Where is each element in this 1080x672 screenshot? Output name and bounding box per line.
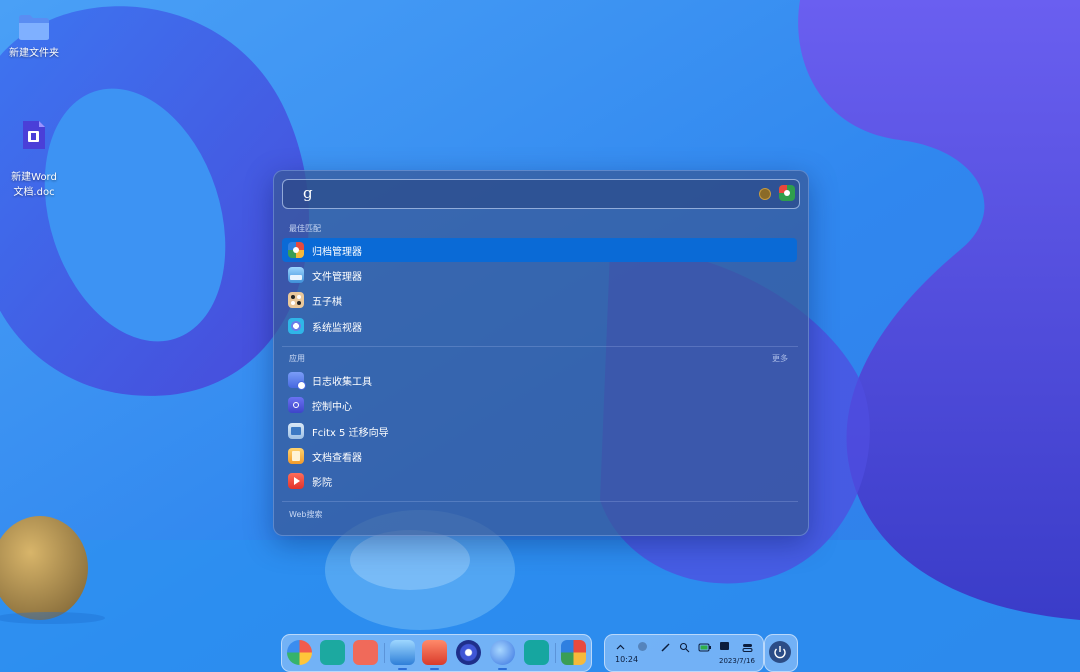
result-label: 文档查看器 bbox=[312, 453, 362, 464]
result-label: Fcitx 5 迁移向导 bbox=[312, 428, 389, 439]
result-label: 系统监视器 bbox=[312, 323, 362, 334]
result-log-collector[interactable]: 日志收集工具 bbox=[282, 368, 797, 392]
control-center-icon[interactable] bbox=[456, 640, 481, 665]
desktop-folder-label: 新建文件夹 bbox=[9, 48, 59, 59]
file-manager-icon bbox=[288, 267, 304, 283]
result-document-viewer[interactable]: 文档查看器 bbox=[282, 444, 797, 468]
clock-date[interactable]: 2023/7/16 bbox=[719, 657, 755, 665]
multitask-view-icon[interactable] bbox=[320, 640, 345, 665]
result-label: 日志收集工具 bbox=[312, 377, 372, 388]
pen-icon[interactable] bbox=[660, 642, 671, 653]
result-label: 文件管理器 bbox=[312, 272, 362, 283]
battery-icon[interactable] bbox=[698, 642, 712, 653]
network-icon[interactable] bbox=[638, 642, 647, 651]
power-icon bbox=[774, 646, 786, 659]
archive-manager-icon bbox=[288, 242, 304, 258]
running-indicator bbox=[430, 668, 439, 670]
result-movie[interactable]: 影院 bbox=[282, 469, 797, 493]
toggle-settings-icon[interactable] bbox=[742, 642, 753, 653]
dock-separator bbox=[555, 643, 556, 663]
best-match-title: 最佳匹配 bbox=[289, 224, 321, 233]
launcher-icon[interactable] bbox=[287, 640, 312, 665]
archive-manager-icon[interactable] bbox=[561, 640, 586, 665]
search-icon[interactable] bbox=[679, 642, 690, 653]
app-store-icon[interactable] bbox=[353, 640, 378, 665]
control-center-icon bbox=[288, 397, 304, 413]
power-button[interactable] bbox=[769, 641, 791, 663]
result-control-center[interactable]: 控制中心 bbox=[282, 393, 797, 417]
system-tray: 10:24 2023/7/16 bbox=[604, 634, 764, 672]
result-gomoku[interactable]: 五子棋 bbox=[282, 288, 797, 312]
dock-apps bbox=[281, 634, 592, 672]
movie-icon bbox=[288, 473, 304, 489]
result-label: 影院 bbox=[312, 478, 332, 489]
result-label: 归档管理器 bbox=[312, 247, 362, 258]
dock-separator bbox=[384, 643, 385, 663]
result-label: 控制中心 bbox=[312, 402, 352, 413]
chevron-up-icon[interactable] bbox=[615, 642, 626, 653]
result-fcitx-migrator[interactable]: Fcitx 5 迁移向导 bbox=[282, 419, 797, 443]
browser-icon[interactable] bbox=[490, 640, 515, 670]
result-file-manager[interactable]: 文件管理器 bbox=[282, 263, 797, 287]
document-viewer-icon bbox=[288, 448, 304, 464]
file-manager-icon[interactable] bbox=[390, 640, 415, 670]
power-area bbox=[764, 634, 798, 672]
clock-time[interactable]: 10:24 bbox=[615, 655, 638, 664]
word-document-icon bbox=[23, 121, 45, 149]
settings-mini-icon[interactable] bbox=[759, 188, 771, 200]
result-label: 五子棋 bbox=[312, 297, 342, 308]
apps-section-title: 应用 bbox=[289, 354, 305, 363]
web-search-title[interactable]: Web搜索 bbox=[289, 509, 322, 520]
section-divider bbox=[282, 346, 798, 347]
log-collector-icon bbox=[288, 372, 306, 390]
terminal-icon[interactable] bbox=[524, 640, 549, 665]
running-indicator bbox=[398, 668, 407, 670]
more-apps-link[interactable]: 更多 bbox=[772, 353, 788, 364]
archive-manager-icon[interactable] bbox=[779, 185, 795, 201]
running-indicator bbox=[498, 668, 507, 670]
gomoku-icon bbox=[288, 292, 304, 308]
system-monitor-icon bbox=[288, 318, 304, 334]
launcher-search-panel: g 最佳匹配 归档管理器 文件管理器 五子棋 系统监视器 应用 更多 日志收集工… bbox=[273, 170, 809, 536]
result-system-monitor[interactable]: 系统监视器 bbox=[282, 314, 797, 338]
section-divider bbox=[282, 501, 798, 502]
desktop-folder[interactable]: 新建文件夹 bbox=[0, 12, 70, 61]
notification-icon[interactable] bbox=[720, 642, 729, 650]
search-input[interactable]: g bbox=[282, 179, 800, 209]
result-archive-manager[interactable]: 归档管理器 bbox=[282, 238, 797, 262]
search-query[interactable]: g bbox=[303, 184, 313, 202]
folder-icon bbox=[19, 15, 49, 40]
desktop-word-document[interactable]: 新建Word 文档.doc bbox=[0, 104, 70, 200]
desktop-word-label: 新建Word 文档.doc bbox=[11, 172, 57, 198]
fcitx-migrator-icon bbox=[288, 423, 304, 439]
mail-icon[interactable] bbox=[422, 640, 447, 670]
